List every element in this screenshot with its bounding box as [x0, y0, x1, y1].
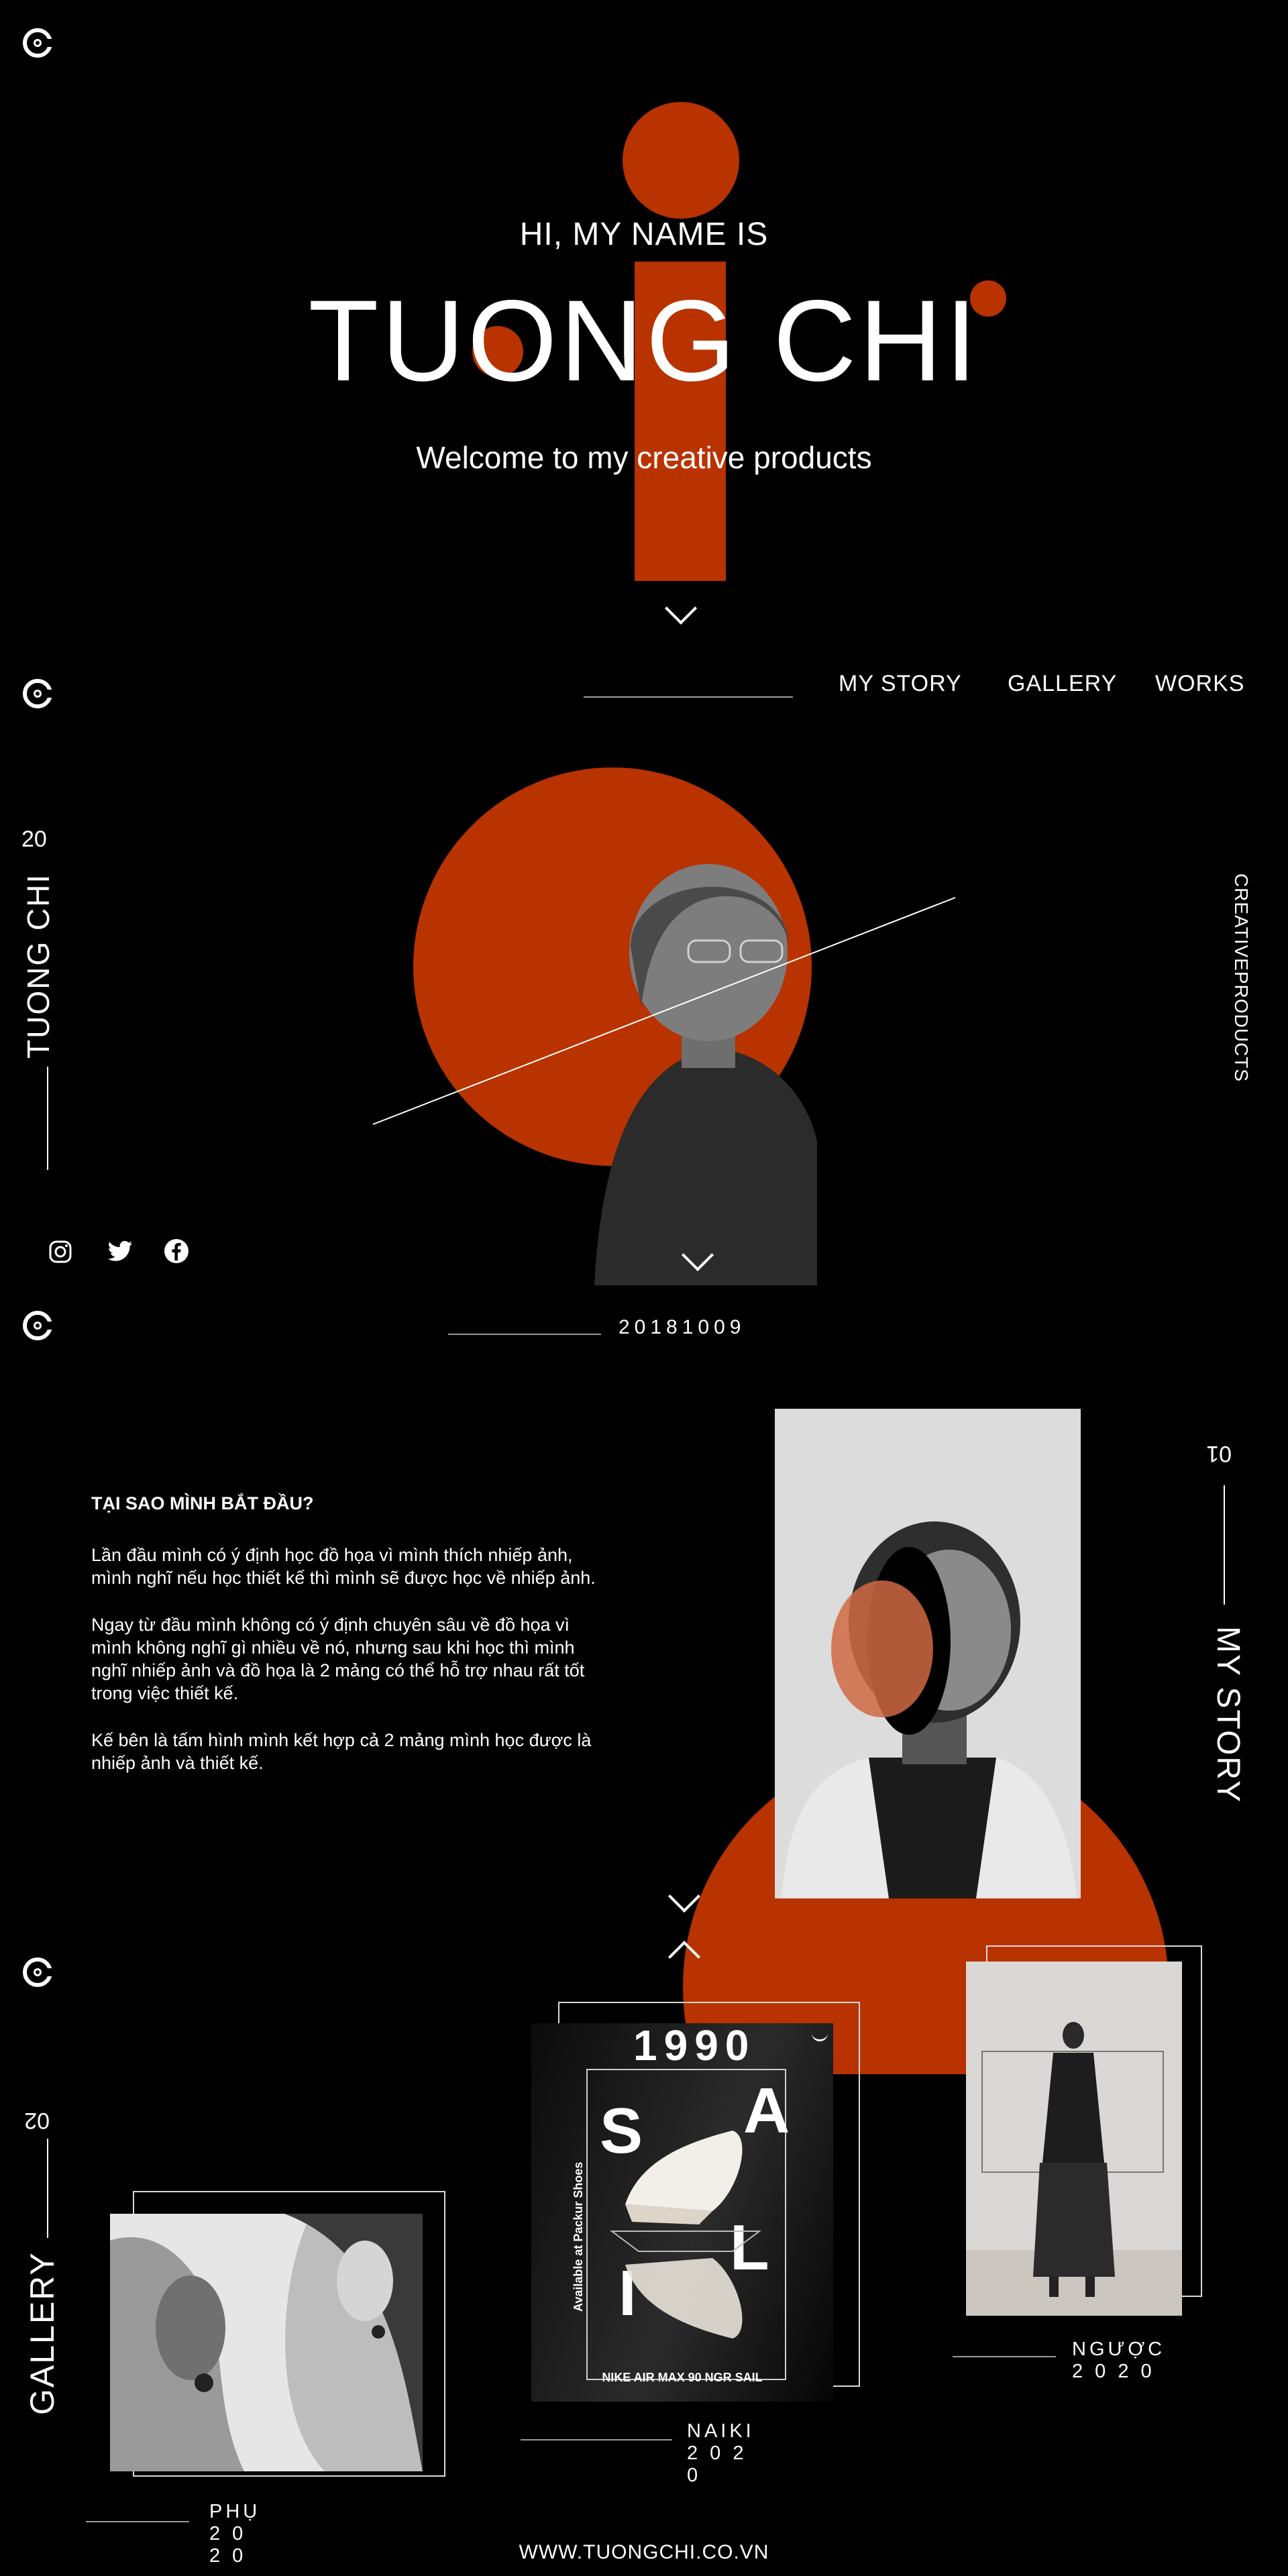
date-text: 20181009	[619, 1316, 746, 1338]
story-paragraph: Kế bên là tấm hình mình kết hợp cả 2 mản…	[91, 1730, 592, 1773]
date-line	[448, 1334, 601, 1335]
poster-year: 1990	[633, 2023, 756, 2070]
nike-swoosh-icon	[812, 2033, 828, 2041]
footer-url[interactable]: WWW.TUONGCHI.CO.VN	[0, 2541, 1288, 2564]
gallery-caption: NGƯỢC 2 0 2 0	[1072, 2339, 1166, 2382]
gallery-side-title: GALLERY	[23, 2251, 61, 2415]
story-paragraph: Lần đầu mình có ý định học đồ họa vì mìn…	[91, 1545, 596, 1588]
poster-product: NIKE AIR MAX 90 NGR SAIL	[602, 2371, 763, 2384]
gallery-caption: NAIKI 2 0 2 0	[687, 2420, 755, 2486]
gallery-logo[interactable]	[23, 1957, 54, 1987]
gallery-photo-phu[interactable]	[110, 2214, 423, 2471]
gallery-caption-line	[953, 2356, 1056, 2357]
story-heading: TẠI SAO MÌNH BẮT ĐẦU?	[91, 1493, 314, 1513]
instagram-icon[interactable]	[48, 1240, 72, 1264]
story-photo	[775, 1409, 1081, 1898]
story-paragraph: Ngay từ đầu mình không có ý định chuyên …	[91, 1615, 585, 1703]
story-side-title: MY STORY	[1210, 1626, 1246, 1804]
twitter-icon[interactable]	[106, 1238, 134, 1265]
poster-shoe	[610, 2131, 761, 2339]
gallery-number: 02	[24, 2108, 50, 2133]
gallery-poster-naiki[interactable]: 1990 S A L I Available at Packur Shoes N…	[531, 2023, 833, 2402]
facebook-icon[interactable]	[164, 1238, 189, 1264]
poster-side-text: Available at Packur Shoes	[572, 2161, 585, 2312]
story-logo[interactable]	[23, 1311, 54, 1340]
gallery-caption-line	[521, 2439, 672, 2440]
gallery-photo-nguoc[interactable]	[966, 1962, 1182, 2316]
story-side-line	[1224, 1485, 1225, 1605]
gallery-side-line	[47, 2139, 48, 2238]
gallery-caption-line	[86, 2521, 189, 2522]
story-number: 01	[1206, 1441, 1232, 1466]
story-text-block: TẠI SAO MÌNH BẮT ĐẦU? Lần đầu mình có ý …	[91, 1493, 601, 1799]
